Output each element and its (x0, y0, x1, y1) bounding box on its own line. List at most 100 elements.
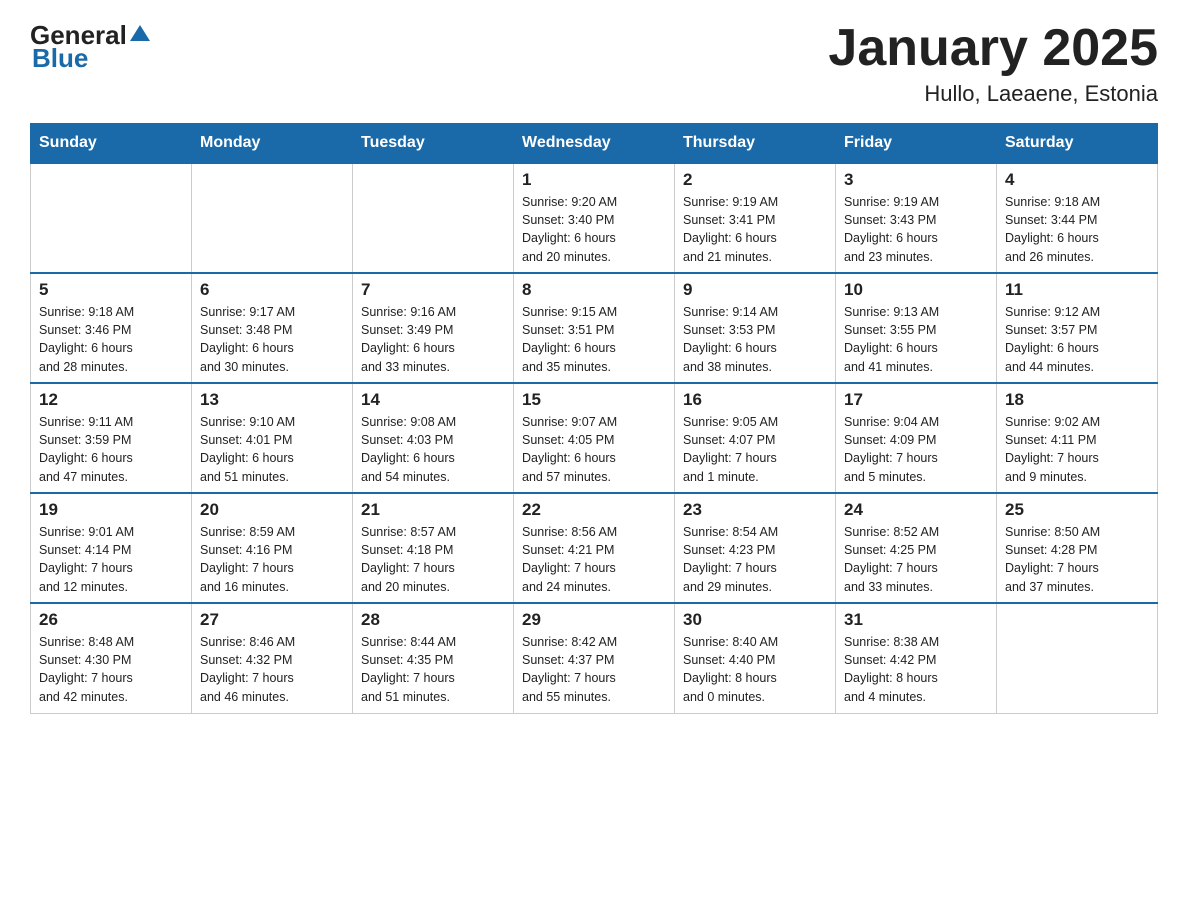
day-number: 20 (200, 500, 344, 520)
day-info: Sunrise: 9:10 AM Sunset: 4:01 PM Dayligh… (200, 413, 344, 486)
logo: General Blue (30, 20, 151, 74)
day-number: 21 (361, 500, 505, 520)
calendar-day-cell: 4 Sunrise: 9:18 AM Sunset: 3:44 PM Daylig… (997, 163, 1158, 273)
calendar-day-cell: 10Sunrise: 9:13 AM Sunset: 3:55 PM Dayli… (836, 273, 997, 383)
page-header: General Blue January 2025 Hullo, Laeaene… (30, 20, 1158, 107)
calendar-week-row: 19 Sunrise: 9:01 AM Sunset: 4:14 PM Dayli… (31, 493, 1158, 603)
calendar-day-cell: 22 Sunrise: 8:56 AM Sunset: 4:21 PM Dayli… (514, 493, 675, 603)
day-number: 2 (683, 170, 827, 190)
day-info: Sunrise: 9:07 AM Sunset: 4:05 PM Dayligh… (522, 413, 666, 486)
calendar-day-cell: 5Sunrise: 9:18 AM Sunset: 3:46 PM Daylig… (31, 273, 192, 383)
calendar-day-cell: 13Sunrise: 9:10 AM Sunset: 4:01 PM Dayli… (192, 383, 353, 493)
calendar-day-cell: 31 Sunrise: 8:38 AM Sunset: 4:42 PM Dayli… (836, 603, 997, 713)
day-info: Sunrise: 9:19 AM Sunset: 3:41 PM Dayligh… (683, 193, 827, 266)
calendar-week-row: 12Sunrise: 9:11 AM Sunset: 3:59 PM Dayli… (31, 383, 1158, 493)
day-number: 1 (522, 170, 666, 190)
day-info: Sunrise: 9:16 AM Sunset: 3:49 PM Dayligh… (361, 303, 505, 376)
calendar-day-cell: 12Sunrise: 9:11 AM Sunset: 3:59 PM Dayli… (31, 383, 192, 493)
day-info: Sunrise: 9:18 AM Sunset: 3:46 PM Dayligh… (39, 303, 183, 376)
day-number: 31 (844, 610, 988, 630)
calendar-day-cell: 17 Sunrise: 9:04 AM Sunset: 4:09 PM Dayli… (836, 383, 997, 493)
day-info: Sunrise: 9:04 AM Sunset: 4:09 PM Dayligh… (844, 413, 988, 486)
calendar-day-cell (31, 163, 192, 273)
day-number: 17 (844, 390, 988, 410)
day-info: Sunrise: 8:46 AM Sunset: 4:32 PM Dayligh… (200, 633, 344, 706)
calendar-day-cell: 3Sunrise: 9:19 AM Sunset: 3:43 PM Daylig… (836, 163, 997, 273)
day-number: 11 (1005, 280, 1149, 300)
calendar-day-cell: 8 Sunrise: 9:15 AM Sunset: 3:51 PM Daylig… (514, 273, 675, 383)
day-info: Sunrise: 9:18 AM Sunset: 3:44 PM Dayligh… (1005, 193, 1149, 266)
calendar-day-cell: 29Sunrise: 8:42 AM Sunset: 4:37 PM Dayli… (514, 603, 675, 713)
day-info: Sunrise: 8:56 AM Sunset: 4:21 PM Dayligh… (522, 523, 666, 596)
day-info: Sunrise: 9:15 AM Sunset: 3:51 PM Dayligh… (522, 303, 666, 376)
day-number: 28 (361, 610, 505, 630)
calendar-day-cell: 30Sunrise: 8:40 AM Sunset: 4:40 PM Dayli… (675, 603, 836, 713)
day-number: 8 (522, 280, 666, 300)
day-info: Sunrise: 9:19 AM Sunset: 3:43 PM Dayligh… (844, 193, 988, 266)
day-number: 4 (1005, 170, 1149, 190)
weekday-header-cell: Saturday (997, 124, 1158, 164)
weekday-header-row: SundayMondayTuesdayWednesdayThursdayFrid… (31, 124, 1158, 164)
day-info: Sunrise: 8:40 AM Sunset: 4:40 PM Dayligh… (683, 633, 827, 706)
weekday-header-cell: Wednesday (514, 124, 675, 164)
day-number: 14 (361, 390, 505, 410)
day-number: 24 (844, 500, 988, 520)
calendar-week-row: 5Sunrise: 9:18 AM Sunset: 3:46 PM Daylig… (31, 273, 1158, 383)
month-title: January 2025 (828, 20, 1158, 77)
day-number: 22 (522, 500, 666, 520)
day-number: 18 (1005, 390, 1149, 410)
calendar-day-cell: 21 Sunrise: 8:57 AM Sunset: 4:18 PM Dayli… (353, 493, 514, 603)
calendar-day-cell: 14 Sunrise: 9:08 AM Sunset: 4:03 PM Dayli… (353, 383, 514, 493)
day-info: Sunrise: 8:54 AM Sunset: 4:23 PM Dayligh… (683, 523, 827, 596)
day-number: 23 (683, 500, 827, 520)
day-info: Sunrise: 8:42 AM Sunset: 4:37 PM Dayligh… (522, 633, 666, 706)
calendar-day-cell: 15Sunrise: 9:07 AM Sunset: 4:05 PM Dayli… (514, 383, 675, 493)
weekday-header-cell: Monday (192, 124, 353, 164)
day-info: Sunrise: 8:59 AM Sunset: 4:16 PM Dayligh… (200, 523, 344, 596)
calendar-day-cell (353, 163, 514, 273)
calendar-day-cell: 9 Sunrise: 9:14 AM Sunset: 3:53 PM Daylig… (675, 273, 836, 383)
day-info: Sunrise: 8:50 AM Sunset: 4:28 PM Dayligh… (1005, 523, 1149, 596)
calendar-day-cell: 27Sunrise: 8:46 AM Sunset: 4:32 PM Dayli… (192, 603, 353, 713)
calendar-day-cell: 16Sunrise: 9:05 AM Sunset: 4:07 PM Dayli… (675, 383, 836, 493)
day-info: Sunrise: 9:12 AM Sunset: 3:57 PM Dayligh… (1005, 303, 1149, 376)
calendar-day-cell (997, 603, 1158, 713)
day-info: Sunrise: 9:01 AM Sunset: 4:14 PM Dayligh… (39, 523, 183, 596)
calendar-day-cell: 7 Sunrise: 9:16 AM Sunset: 3:49 PM Daylig… (353, 273, 514, 383)
calendar-day-cell: 19 Sunrise: 9:01 AM Sunset: 4:14 PM Dayli… (31, 493, 192, 603)
calendar-week-row: 1 Sunrise: 9:20 AM Sunset: 3:40 PM Daylig… (31, 163, 1158, 273)
calendar-header: SundayMondayTuesdayWednesdayThursdayFrid… (31, 124, 1158, 164)
day-info: Sunrise: 9:08 AM Sunset: 4:03 PM Dayligh… (361, 413, 505, 486)
day-info: Sunrise: 9:11 AM Sunset: 3:59 PM Dayligh… (39, 413, 183, 486)
day-info: Sunrise: 9:17 AM Sunset: 3:48 PM Dayligh… (200, 303, 344, 376)
day-number: 7 (361, 280, 505, 300)
calendar-day-cell: 6 Sunrise: 9:17 AM Sunset: 3:48 PM Daylig… (192, 273, 353, 383)
calendar-day-cell: 25 Sunrise: 8:50 AM Sunset: 4:28 PM Dayli… (997, 493, 1158, 603)
day-info: Sunrise: 9:14 AM Sunset: 3:53 PM Dayligh… (683, 303, 827, 376)
weekday-header-cell: Sunday (31, 124, 192, 164)
calendar-table: SundayMondayTuesdayWednesdayThursdayFrid… (30, 123, 1158, 714)
calendar-day-cell (192, 163, 353, 273)
calendar-day-cell: 28Sunrise: 8:44 AM Sunset: 4:35 PM Dayli… (353, 603, 514, 713)
day-info: Sunrise: 9:20 AM Sunset: 3:40 PM Dayligh… (522, 193, 666, 266)
day-number: 19 (39, 500, 183, 520)
day-info: Sunrise: 9:05 AM Sunset: 4:07 PM Dayligh… (683, 413, 827, 486)
calendar-week-row: 26Sunrise: 8:48 AM Sunset: 4:30 PM Dayli… (31, 603, 1158, 713)
day-info: Sunrise: 8:52 AM Sunset: 4:25 PM Dayligh… (844, 523, 988, 596)
calendar-body: 1 Sunrise: 9:20 AM Sunset: 3:40 PM Daylig… (31, 163, 1158, 713)
calendar-day-cell: 11 Sunrise: 9:12 AM Sunset: 3:57 PM Dayli… (997, 273, 1158, 383)
day-number: 25 (1005, 500, 1149, 520)
day-info: Sunrise: 9:13 AM Sunset: 3:55 PM Dayligh… (844, 303, 988, 376)
calendar-day-cell: 1 Sunrise: 9:20 AM Sunset: 3:40 PM Daylig… (514, 163, 675, 273)
calendar-day-cell: 20 Sunrise: 8:59 AM Sunset: 4:16 PM Dayli… (192, 493, 353, 603)
day-info: Sunrise: 8:38 AM Sunset: 4:42 PM Dayligh… (844, 633, 988, 706)
day-info: Sunrise: 8:57 AM Sunset: 4:18 PM Dayligh… (361, 523, 505, 596)
calendar-day-cell: 2 Sunrise: 9:19 AM Sunset: 3:41 PM Daylig… (675, 163, 836, 273)
day-number: 6 (200, 280, 344, 300)
weekday-header-cell: Thursday (675, 124, 836, 164)
logo-blue-text: Blue (32, 43, 88, 74)
title-block: January 2025 Hullo, Laeaene, Estonia (828, 20, 1158, 107)
day-number: 26 (39, 610, 183, 630)
day-number: 9 (683, 280, 827, 300)
calendar-day-cell: 23 Sunrise: 8:54 AM Sunset: 4:23 PM Dayli… (675, 493, 836, 603)
